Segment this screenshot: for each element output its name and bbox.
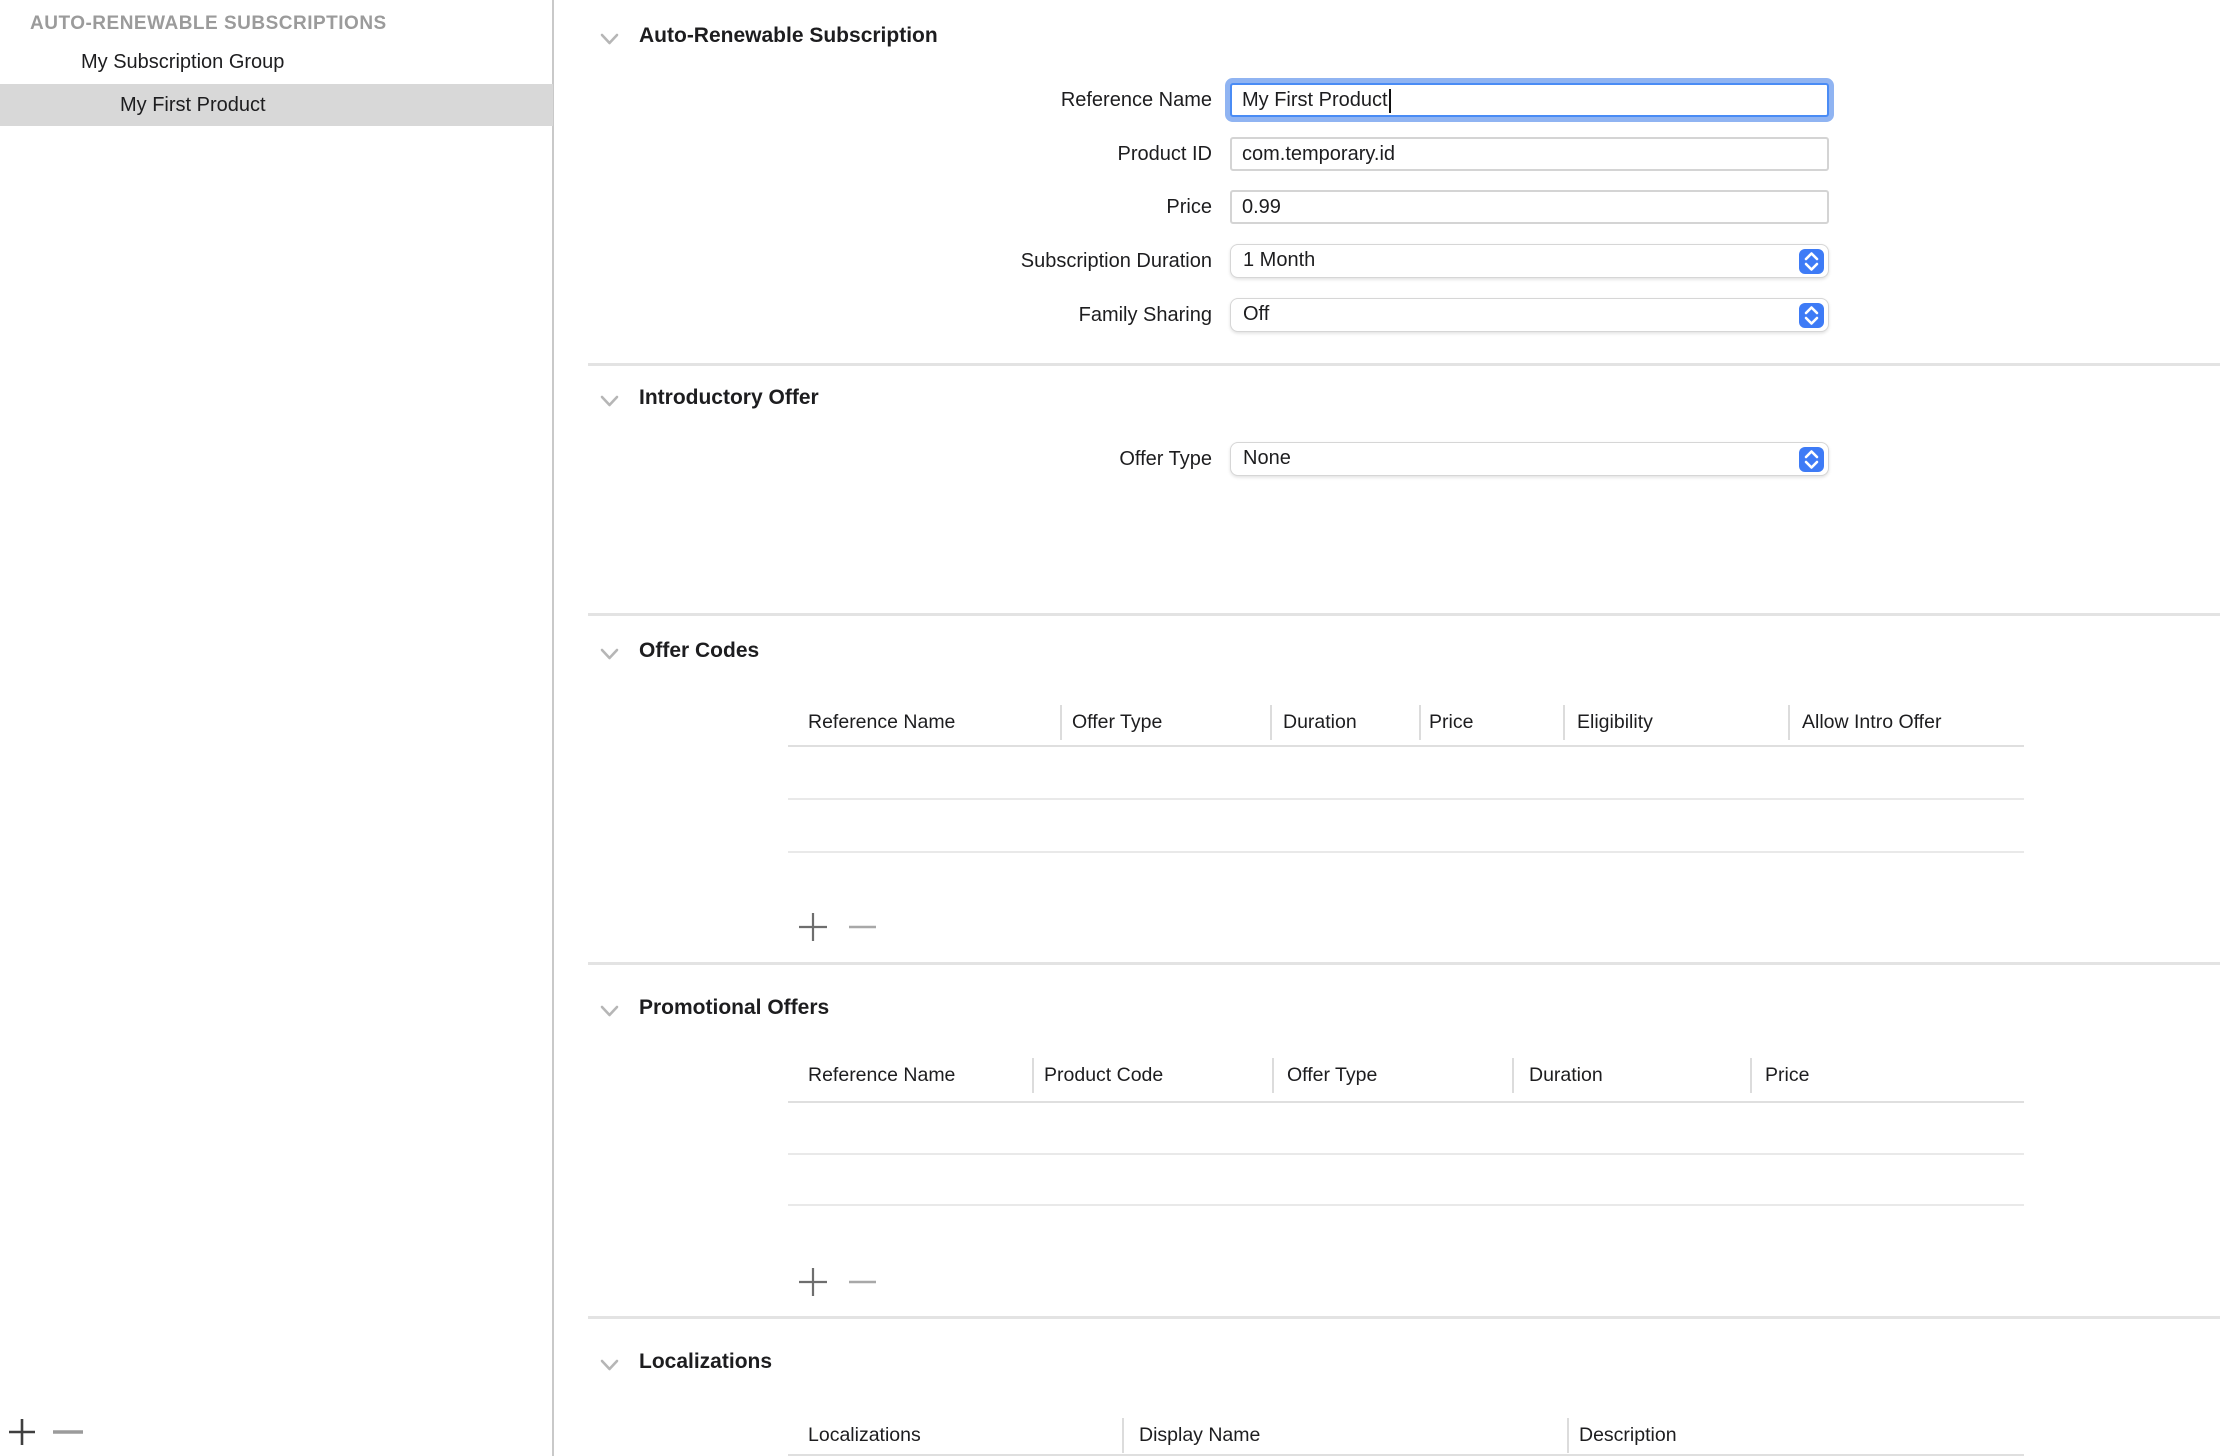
price-label: Price [556, 190, 1212, 224]
column-header[interactable]: Localizations [808, 1413, 921, 1456]
family-sharing-label: Family Sharing [556, 298, 1212, 332]
column-header[interactable]: Reference Name [808, 1053, 955, 1097]
column-separator [1788, 705, 1790, 740]
localizations-table: Localizations Display Name Description [788, 1413, 2024, 1456]
section-title: Localizations [639, 1350, 772, 1374]
table-row[interactable] [788, 1153, 2024, 1155]
sidebar-item-my-first-product[interactable]: My First Product [0, 84, 553, 126]
column-header[interactable]: Price [1765, 1053, 1809, 1097]
add-offer-code-button[interactable] [798, 912, 828, 947]
section-divider [588, 613, 2220, 616]
family-sharing-row: Family Sharing Off [556, 298, 1846, 332]
remove-promotional-offer-button[interactable] [848, 1267, 878, 1302]
product-id-row: Product ID com.temporary.id [556, 137, 1846, 171]
price-input[interactable]: 0.99 [1230, 190, 1829, 224]
subscription-duration-popup[interactable]: 1 Month [1230, 244, 1829, 278]
table-row[interactable] [788, 798, 2024, 800]
section-divider [588, 1316, 2220, 1319]
column-header[interactable]: Duration [1529, 1053, 1603, 1097]
section-title: Offer Codes [639, 639, 759, 663]
column-header[interactable]: Reference Name [808, 700, 955, 744]
remove-offer-code-button[interactable] [848, 912, 878, 947]
table-header-underline [788, 745, 2024, 747]
column-header[interactable]: Duration [1283, 700, 1357, 744]
popup-stepper-icon [1799, 447, 1824, 472]
column-separator [1419, 705, 1421, 740]
sidebar-actions [0, 1412, 553, 1456]
sidebar-item-label: My First Product [120, 84, 266, 126]
column-header[interactable]: Offer Type [1287, 1053, 1377, 1097]
section-title: Auto-Renewable Subscription [639, 24, 938, 48]
section-divider [588, 363, 2220, 366]
chevron-down-icon[interactable] [600, 33, 619, 51]
add-promotional-offer-button[interactable] [798, 1267, 828, 1302]
column-separator [1512, 1058, 1514, 1093]
column-separator [1060, 705, 1062, 740]
reference-name-input[interactable]: My First Product [1230, 83, 1829, 117]
sidebar-item-label: My Subscription Group [81, 41, 284, 83]
family-sharing-popup[interactable]: Off [1230, 298, 1829, 332]
popup-stepper-icon [1799, 303, 1824, 328]
table-header-underline [788, 1101, 2024, 1103]
column-header[interactable]: Eligibility [1577, 700, 1653, 744]
column-separator [1032, 1058, 1034, 1093]
column-header[interactable]: Price [1429, 700, 1473, 744]
column-separator [1567, 1418, 1569, 1453]
column-separator [1750, 1058, 1752, 1093]
subscription-duration-row: Subscription Duration 1 Month [556, 244, 1846, 278]
column-separator [1270, 705, 1272, 740]
plus-icon [799, 913, 827, 941]
column-header[interactable]: Offer Type [1072, 700, 1162, 744]
sidebar: AUTO-RENEWABLE SUBSCRIPTIONS My Subscrip… [0, 0, 554, 1456]
offer-type-label: Offer Type [556, 442, 1212, 476]
offer-type-popup[interactable]: None [1230, 442, 1829, 476]
section-title: Introductory Offer [639, 386, 819, 410]
text-cursor [1389, 89, 1392, 113]
column-header[interactable]: Product Code [1044, 1053, 1163, 1097]
popup-stepper-icon [1799, 249, 1824, 274]
table-row[interactable] [788, 1204, 2024, 1206]
product-id-input[interactable]: com.temporary.id [1230, 137, 1829, 171]
editor-content: Auto-Renewable Subscription Reference Na… [556, 0, 2226, 1456]
section-divider [588, 962, 2220, 965]
column-header[interactable]: Display Name [1139, 1413, 1260, 1456]
storekit-config-window: AUTO-RENEWABLE SUBSCRIPTIONS My Subscrip… [0, 0, 2226, 1456]
column-separator [1272, 1058, 1274, 1093]
chevron-down-icon[interactable] [600, 648, 619, 666]
reference-name-row: Reference Name My First Product [556, 83, 1846, 117]
reference-name-label: Reference Name [556, 83, 1212, 117]
subscription-duration-label: Subscription Duration [556, 244, 1212, 278]
sidebar-item-subscription-group[interactable]: My Subscription Group [0, 41, 553, 83]
product-id-label: Product ID [556, 137, 1212, 171]
chevron-down-icon[interactable] [600, 1005, 619, 1023]
plus-icon [799, 1268, 827, 1296]
chevron-down-icon[interactable] [600, 1359, 619, 1377]
column-header[interactable]: Description [1579, 1413, 1677, 1456]
price-row: Price 0.99 [556, 190, 1846, 224]
table-row[interactable] [788, 851, 2024, 853]
offer-codes-table: Reference Name Offer Type Duration Price… [788, 700, 2024, 980]
offer-type-row: Offer Type None [556, 442, 1846, 476]
section-title: Promotional Offers [639, 996, 829, 1020]
column-separator [1563, 705, 1565, 740]
remove-product-button[interactable] [52, 1417, 84, 1452]
plus-icon [9, 1419, 35, 1445]
column-header[interactable]: Allow Intro Offer [1802, 700, 1941, 744]
column-separator [1122, 1418, 1124, 1453]
sidebar-group-header: AUTO-RENEWABLE SUBSCRIPTIONS [30, 13, 540, 35]
promotional-offers-table: Reference Name Product Code Offer Type D… [788, 1053, 2024, 1323]
add-product-button[interactable] [7, 1417, 37, 1452]
chevron-down-icon[interactable] [600, 395, 619, 413]
